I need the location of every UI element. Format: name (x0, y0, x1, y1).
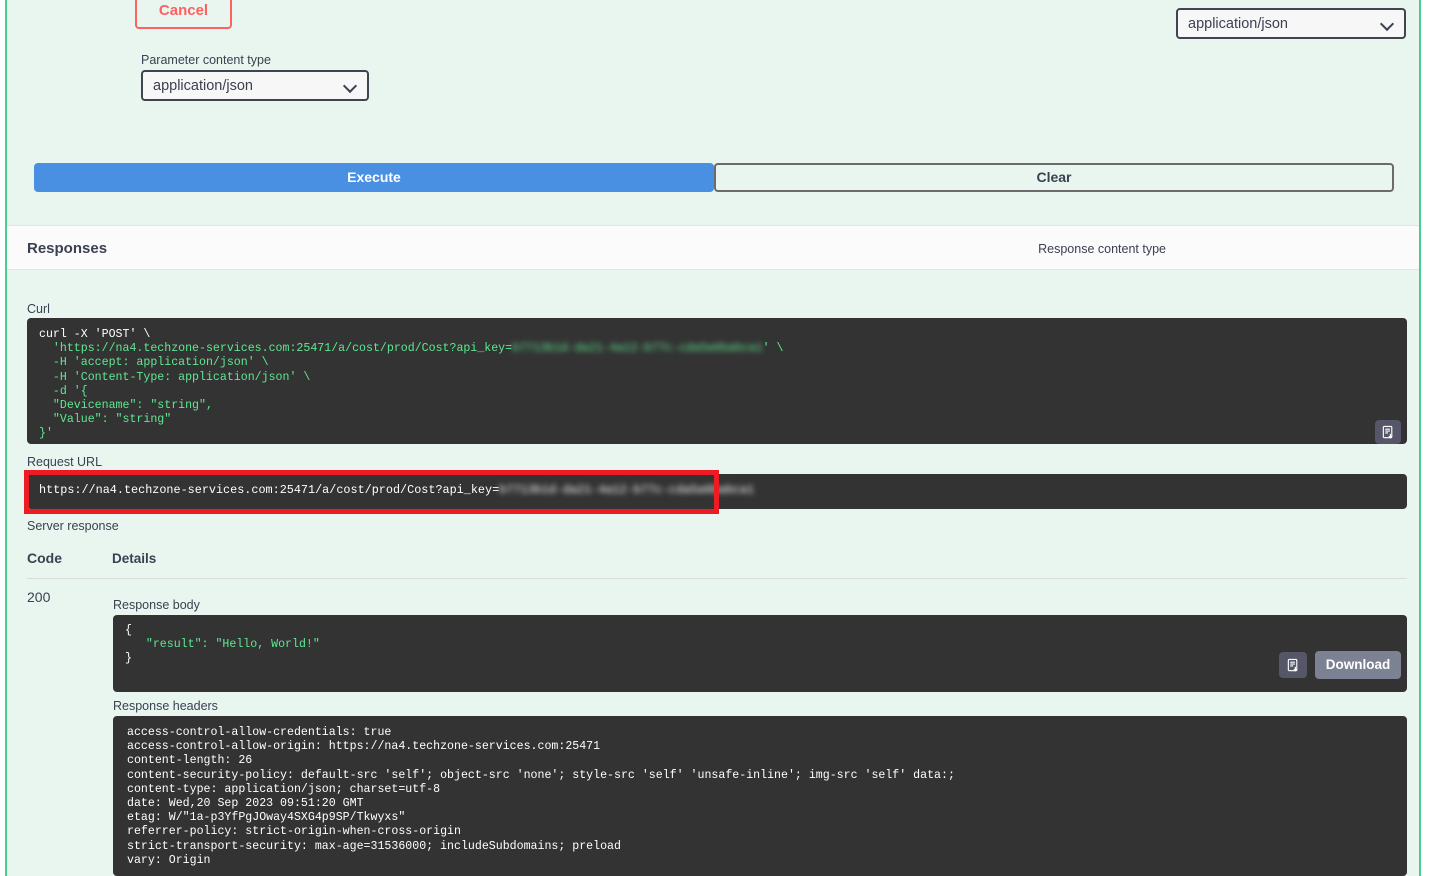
curl-line-5: "Devicename": "string", (39, 399, 213, 413)
curl-api-key-redacted: b7713b1d-da21-4a12-b77c-cda5a6babca1 (512, 342, 763, 356)
response-header-line: content-security-policy: default-src 'se… (127, 768, 955, 782)
curl-label: Curl (27, 302, 50, 316)
curl-line-4: -d '{ (39, 384, 88, 398)
response-content-type-label: Response content type (1038, 242, 1166, 256)
json-brace-close: } (125, 652, 132, 666)
curl-line-2: -H 'accept: application/json' \ (39, 356, 269, 370)
execute-button[interactable]: Execute (34, 163, 714, 192)
server-response-label: Server response (27, 519, 119, 533)
response-body-block: { "result": "Hello, World!" } (113, 615, 1407, 692)
curl-line-3: -H 'Content-Type: application/json' \ (39, 370, 311, 384)
response-content-type-select[interactable]: application/json (1176, 8, 1406, 39)
clear-button[interactable]: Clear (714, 163, 1394, 192)
response-headers-label: Response headers (113, 699, 218, 713)
json-key-result: "result": (145, 638, 209, 652)
responses-title: Responses (27, 240, 108, 257)
parameter-content-type-label: Parameter content type (141, 53, 271, 67)
curl-line-0: curl -X 'POST' \ (39, 328, 151, 341)
json-brace-open: { (125, 624, 132, 637)
responses-header-bar: Responses Response content type (7, 225, 1419, 270)
curl-code-block: curl -X 'POST' \ 'https://na4.techzone-s… (27, 318, 1407, 444)
request-url-label: Request URL (27, 455, 103, 469)
request-url-value: https://na4.techzone-services.com:25471/… (39, 483, 500, 497)
response-header-line: strict-transport-security: max-age=31536… (127, 839, 621, 853)
cancel-button[interactable]: Cancel (135, 0, 232, 29)
response-header-line: vary: Origin (127, 853, 211, 867)
response-header-line: content-type: application/json; charset=… (127, 782, 441, 796)
curl-line-7: }' (39, 427, 53, 441)
response-header-line: etag: W/"1a-p3YfPgJOway4SXG4p9SP/Tkwyxs" (127, 811, 406, 825)
copy-to-clipboard-icon[interactable] (1375, 420, 1401, 444)
request-url-block: https://na4.techzone-services.com:25471/… (27, 474, 1407, 509)
response-table-header: Code Details (27, 548, 1407, 579)
response-header-line: access-control-allow-credentials: true (127, 726, 392, 739)
response-header-line: date: Wed,20 Sep 2023 09:51:20 GMT (127, 797, 364, 811)
operation-block: Cancel Parameter content type applicatio… (5, 0, 1421, 876)
json-value-result: "Hello, World!" (215, 638, 320, 652)
response-status-code: 200 (27, 589, 51, 605)
request-url-api-key-redacted: b7713b1d-da21-4a12-b77c-cda5a6babca1 (499, 483, 755, 497)
copy-to-clipboard-icon[interactable] (1279, 652, 1307, 678)
response-content-type-value: application/json (1188, 15, 1288, 32)
response-header-line: referrer-policy: strict-origin-when-cros… (127, 825, 461, 839)
column-header-code: Code (27, 550, 62, 566)
curl-line-1: 'https://na4.techzone-services.com:25471… (39, 342, 513, 356)
column-header-details: Details (112, 551, 157, 566)
parameter-content-type-select[interactable]: application/json (141, 70, 369, 101)
response-headers-block: access-control-allow-credentials: true a… (113, 716, 1407, 876)
response-header-line: content-length: 26 (127, 754, 253, 768)
response-header-line: access-control-allow-origin: https://na4… (127, 740, 601, 754)
response-body-label: Response body (113, 598, 200, 612)
parameter-content-type-value: application/json (153, 77, 253, 94)
swagger-ui-page: Cancel Parameter content type applicatio… (0, 0, 1438, 876)
download-button[interactable]: Download (1315, 651, 1401, 679)
chevron-down-icon (344, 79, 357, 92)
curl-line-6: "Value": "string" (39, 413, 172, 427)
chevron-down-icon (1381, 17, 1394, 30)
